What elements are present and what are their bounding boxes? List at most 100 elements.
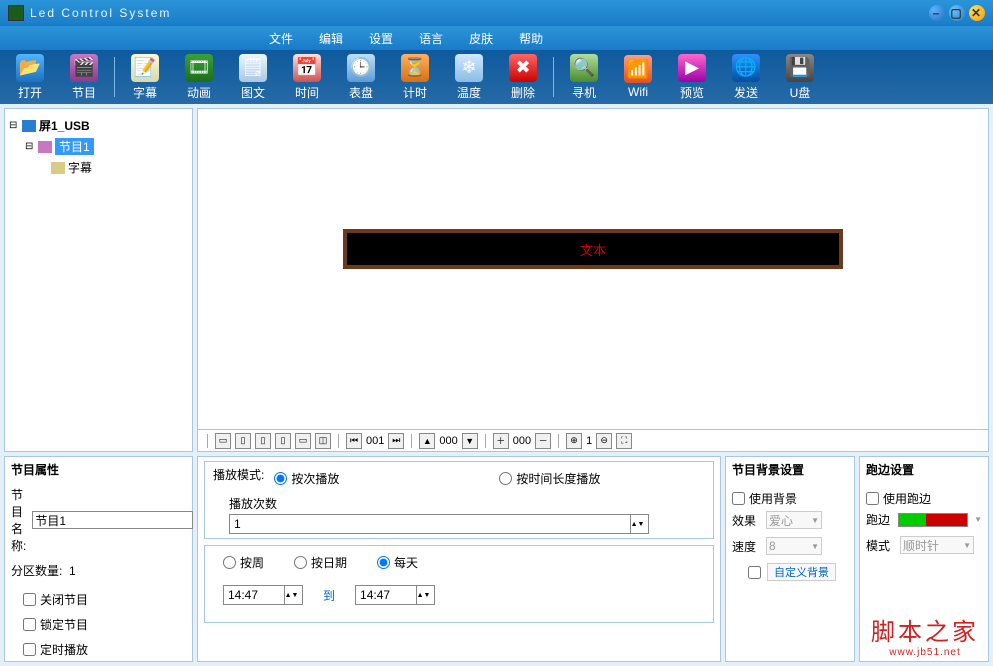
canvas-toolbar: ▭ ▯ ▯ ▯ ▭ ◫ ⏮ 001 ⏭ ▲ 000 ▼ ＋ 000 － ⊕ 1 … <box>197 430 989 452</box>
tool-label: 温度 <box>457 84 481 101</box>
play-mode-panel: 播放模式: 按次播放 按时间长度播放 播放次数 1 ▲▼ 按周 按日期 每天 1… <box>197 456 721 662</box>
menu-item-5[interactable]: 帮助 <box>515 28 547 49</box>
by-date-radio[interactable] <box>294 556 307 569</box>
tool-打开[interactable]: 📂 打开 <box>4 52 56 102</box>
图文-icon: 🗒 <box>239 54 267 82</box>
tool-计时[interactable]: ⏳计时 <box>389 52 441 102</box>
发送-icon: 🌐 <box>732 54 760 82</box>
layout-btn-3[interactable]: ▯ <box>255 433 271 449</box>
custom-bg-button[interactable]: 自定义背景 <box>767 563 836 581</box>
tree-label: 字幕 <box>68 159 92 176</box>
plus-button[interactable]: ＋ <box>493 433 509 449</box>
menu-item-1[interactable]: 编辑 <box>315 28 347 49</box>
节目-icon: 🎬 <box>70 54 98 82</box>
use-border-checkbox[interactable] <box>866 492 879 505</box>
spinner-icon[interactable]: ▲▼ <box>284 586 298 604</box>
layout-btn-4[interactable]: ▯ <box>275 433 291 449</box>
speed-select[interactable]: 8▼ <box>766 537 822 555</box>
tool-预览[interactable]: ▶预览 <box>666 52 718 102</box>
last-button[interactable]: ⏭ <box>388 433 404 449</box>
properties-row: 节目属性 节目名称: 分区数量: 1 关闭节目 锁定节目 定时播放 播放模式: … <box>0 456 993 666</box>
tool-图文[interactable]: 🗒 图文 <box>227 52 279 102</box>
collapse-icon[interactable]: ⊟ <box>25 141 35 152</box>
program-name-input[interactable] <box>32 511 193 529</box>
tool-时间[interactable]: 📅时间 <box>281 52 333 102</box>
up-button[interactable]: ▲ <box>419 433 435 449</box>
close-button[interactable]: ✕ <box>969 5 985 21</box>
preview-canvas[interactable]: 文本 <box>197 108 989 430</box>
minimize-button[interactable]: – <box>929 5 945 21</box>
subtitle-icon <box>51 162 65 174</box>
fit-button[interactable]: ⛶ <box>616 433 632 449</box>
effect-select[interactable]: 爱心▼ <box>766 511 822 529</box>
tool-节目[interactable]: 🎬 节目 <box>58 52 110 102</box>
tree-node-screen[interactable]: ⊟ 屏1_USB <box>9 115 188 136</box>
border-mode-select[interactable]: 顺时针▼ <box>900 536 974 554</box>
chevron-down-icon: ▼ <box>963 541 971 550</box>
timed-play-checkbox[interactable] <box>23 643 36 656</box>
monitor-icon <box>22 120 36 132</box>
tool-label: 节目 <box>72 84 96 101</box>
menu-item-0[interactable]: 文件 <box>265 28 297 49</box>
tool-字幕[interactable]: 📝字幕 <box>119 52 171 102</box>
tool-U盘[interactable]: 💾U盘 <box>774 52 826 102</box>
app-logo-icon <box>8 5 24 21</box>
led-display[interactable]: 文本 <box>343 229 843 269</box>
chevron-down-icon: ▼ <box>811 542 819 551</box>
play-by-time-radio[interactable] <box>499 472 512 485</box>
tool-label: 发送 <box>734 84 758 101</box>
custom-bg-checkbox[interactable] <box>748 566 761 579</box>
maximize-button[interactable]: ▢ <box>949 5 965 21</box>
spinner-icon[interactable]: ▲▼ <box>630 515 644 533</box>
menu-item-3[interactable]: 语言 <box>415 28 447 49</box>
layout-btn-6[interactable]: ◫ <box>315 433 331 449</box>
tool-表盘[interactable]: 🕒 表盘 <box>335 52 387 102</box>
tool-删除[interactable]: ✖删除 <box>497 52 549 102</box>
close-program-checkbox[interactable] <box>23 593 36 606</box>
tree-node-program[interactable]: ⊟ 节目1 <box>9 136 188 157</box>
daily-radio[interactable] <box>377 556 390 569</box>
down-button[interactable]: ▼ <box>462 433 478 449</box>
tool-动画[interactable]: 🎞动画 <box>173 52 225 102</box>
打开-icon: 📂 <box>16 54 44 82</box>
zoom-in-button[interactable]: ⊕ <box>566 433 582 449</box>
panel-title: 节目属性 <box>11 461 186 478</box>
layout-btn-2[interactable]: ▯ <box>235 433 251 449</box>
tree-node-subtitle[interactable]: 字幕 <box>9 157 188 178</box>
spinner-icon[interactable]: ▲▼ <box>416 586 430 604</box>
layout-btn-5[interactable]: ▭ <box>295 433 311 449</box>
tool-Wifi[interactable]: 📶Wifi <box>612 52 664 102</box>
表盘-icon: 🕒 <box>347 54 375 82</box>
play-by-count-radio[interactable] <box>274 472 287 485</box>
menu-item-2[interactable]: 设置 <box>365 28 397 49</box>
collapse-icon[interactable]: ⊟ <box>9 120 19 131</box>
use-background-checkbox[interactable] <box>732 492 745 505</box>
zoom-out-button[interactable]: ⊖ <box>596 433 612 449</box>
tool-寻机[interactable]: 🔍寻机 <box>558 52 610 102</box>
border-color-preview <box>898 513 968 527</box>
tool-label: 图文 <box>241 84 265 101</box>
layout-btn-1[interactable]: ▭ <box>215 433 231 449</box>
program-icon <box>38 141 52 153</box>
tool-温度[interactable]: ❄温度 <box>443 52 495 102</box>
time-from-input[interactable]: 14:47▲▼ <box>223 585 303 605</box>
tool-label: 字幕 <box>133 84 157 101</box>
tool-发送[interactable]: 🌐 发送 <box>720 52 772 102</box>
tool-label: 表盘 <box>349 84 373 101</box>
menu-item-4[interactable]: 皮肤 <box>465 28 497 49</box>
time-to-input[interactable]: 14:47▲▼ <box>355 585 435 605</box>
tool-label: 打开 <box>18 84 42 101</box>
tool-label: U盘 <box>790 84 811 101</box>
page-index-1: 001 <box>366 435 384 447</box>
title-bar: Led Control System – ▢ ✕ <box>0 0 993 26</box>
menu-bar: 文件编辑设置语言皮肤帮助 <box>0 26 993 50</box>
lock-program-checkbox[interactable] <box>23 618 36 631</box>
by-week-radio[interactable] <box>223 556 236 569</box>
first-button[interactable]: ⏮ <box>346 433 362 449</box>
panel-title: 节目背景设置 <box>732 461 848 478</box>
chevron-down-icon[interactable]: ▼ <box>974 515 982 524</box>
tree-label: 节目1 <box>55 138 94 155</box>
minus-button[interactable]: － <box>535 433 551 449</box>
tree-label: 屏1_USB <box>39 117 90 134</box>
play-count-input[interactable]: 1 ▲▼ <box>229 514 649 534</box>
